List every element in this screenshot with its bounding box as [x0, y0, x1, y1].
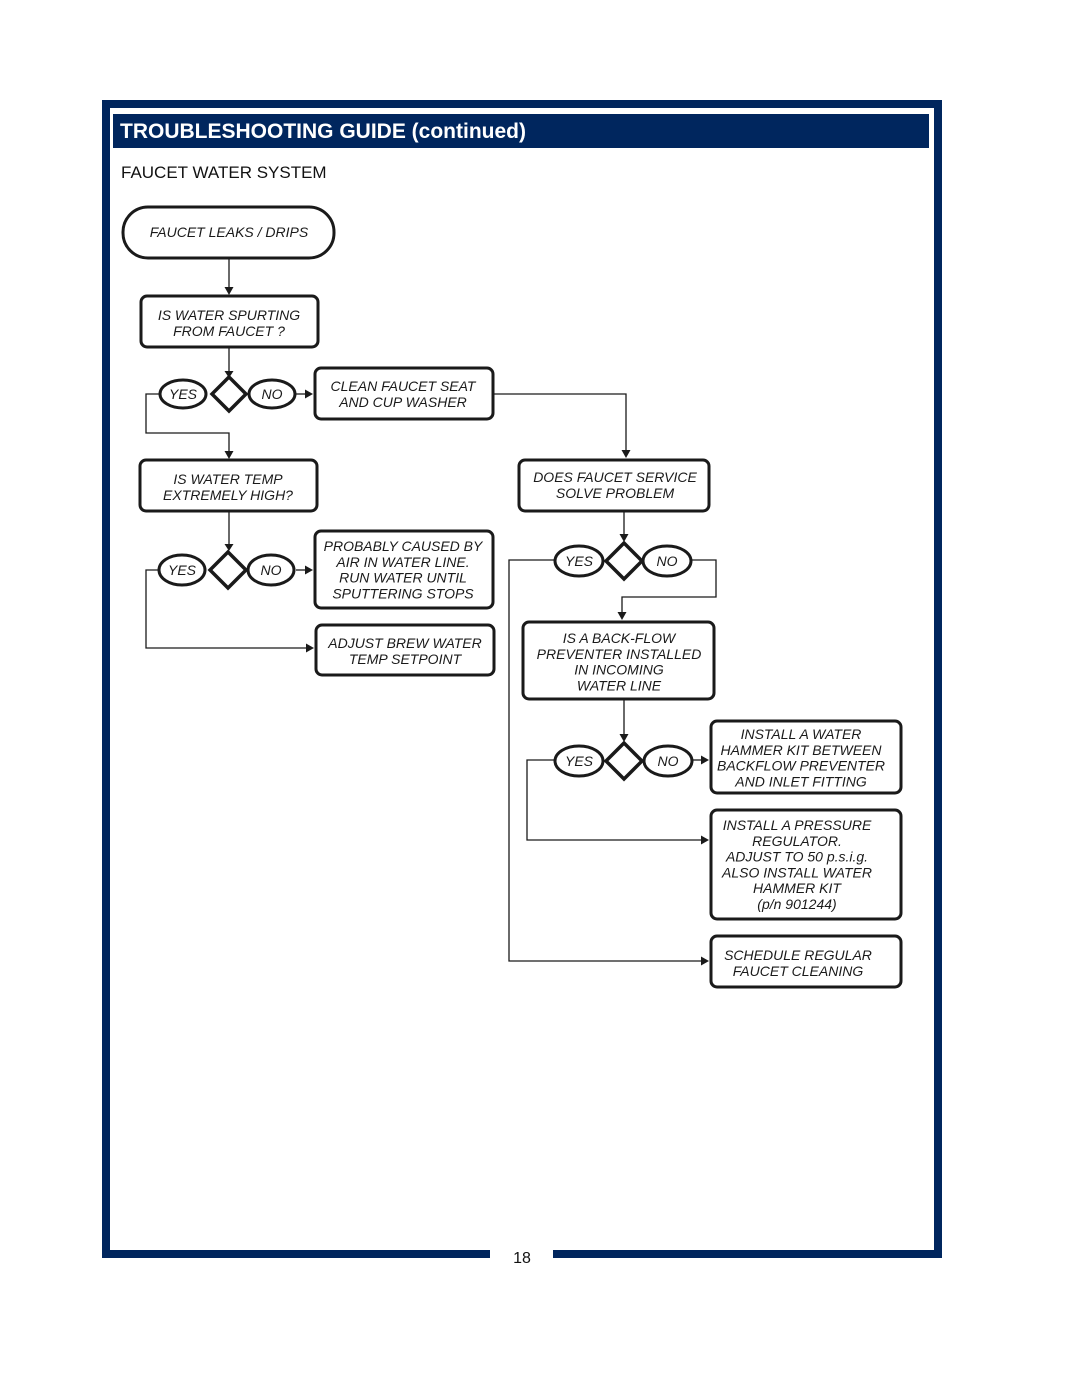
start-terminal-faucet-leaks: FAUCET LEAKS / DRIPS: [121, 205, 336, 260]
box-air-in-water-line: PROBABLY CAUSED BY AIR IN WATER LINE. RUN …: [313, 529, 495, 610]
decision-service: YES NO: [553, 540, 693, 582]
node-text-line: ADJUST TO 50 p.s.i.g.: [725, 849, 868, 865]
decision-diamond: [603, 540, 645, 582]
box-is-water-temp-high: IS WATER TEMP EXTREMELY HIGH?: [138, 458, 319, 513]
node-text: IS WATER SPURTING FROM FAUCET ?: [158, 307, 300, 339]
node-text-line: FAUCET CLEANING: [733, 963, 864, 979]
arrowhead: [621, 450, 631, 458]
node-text-line: IS WATER SPURTING: [158, 307, 300, 323]
node-text: INSTALL A WATER HAMMER KIT BETWEEN BACKFLO…: [717, 726, 885, 789]
node-text-line: SPUTTERING STOPS: [332, 585, 474, 601]
node-text: DOES FAUCET SERVICE SOLVE PROBLEM: [533, 469, 697, 501]
node-text-line: SOLVE PROBLEM: [556, 485, 675, 501]
node-text: ADJUST BREW WATER TEMP SETPOINT: [327, 635, 482, 667]
node-text-line: DOES FAUCET SERVICE: [533, 469, 697, 485]
node-text-line: CLEAN FAUCET SEAT: [331, 378, 477, 394]
yes-label: YES: [565, 753, 594, 769]
yes-label: YES: [169, 386, 198, 402]
no-label: NO: [261, 562, 282, 578]
decision-backflow: YES NO: [553, 740, 694, 782]
flowchart: FAUCET LEAKS / DRIPS IS WATER SPURTING FR…: [121, 205, 903, 989]
box-install-pressure-regulator: INSTALL A PRESSURE REGULATOR. ADJUST TO 50…: [709, 808, 903, 921]
node-text-line: HAMMER KIT BETWEEN: [720, 742, 882, 758]
node-text-line: EXTREMELY HIGH?: [163, 487, 293, 503]
box-does-faucet-service-solve: DOES FAUCET SERVICE SOLVE PROBLEM: [517, 458, 711, 513]
yes-label: YES: [168, 562, 197, 578]
arrowhead: [224, 451, 234, 459]
connector: [494, 393, 627, 451]
node-text-line: INSTALL A PRESSURE: [723, 817, 872, 833]
node-text: SCHEDULE REGULAR FAUCET CLEANING: [724, 947, 872, 979]
node-text: FAUCET LEAKS / DRIPS: [150, 224, 309, 240]
node-text-line: AND INLET FITTING: [734, 773, 867, 789]
yes-label: YES: [565, 553, 594, 569]
node-text-line: IS A BACK-FLOW: [563, 630, 677, 646]
node-text-line: IS WATER TEMP: [173, 471, 283, 487]
arrowhead: [224, 287, 234, 295]
arrowhead: [305, 389, 313, 399]
decision-diamond: [209, 374, 249, 414]
node-text-line: HAMMER KIT: [753, 880, 842, 896]
arrowhead: [617, 612, 627, 620]
arrowhead: [305, 565, 313, 575]
no-label: NO: [657, 553, 678, 569]
node-text-line: REGULATOR.: [752, 833, 842, 849]
box-clean-faucet-seat: CLEAN FAUCET SEAT AND CUP WASHER: [313, 366, 495, 421]
node-text: IS WATER TEMP EXTREMELY HIGH?: [163, 471, 293, 503]
decision-diamond: [207, 549, 249, 591]
box-is-backflow-preventer-installed: IS A BACK-FLOW PREVENTER INSTALLED IN INCO…: [521, 620, 716, 701]
decision-spurting: YES NO: [158, 374, 297, 414]
node-text-line: AND CUP WASHER: [338, 394, 467, 410]
node-text-line: BACKFLOW PREVENTER: [717, 758, 885, 774]
node-text-line: PROBABLY CAUSED BY: [324, 538, 484, 554]
node-text-line: TEMP SETPOINT: [349, 651, 463, 667]
box-adjust-brew-temp: ADJUST BREW WATER TEMP SETPOINT: [314, 623, 496, 677]
page-number: 18: [513, 1250, 531, 1267]
node-text-line: WATER LINE: [577, 677, 662, 693]
box-is-water-spurting: IS WATER SPURTING FROM FAUCET ?: [139, 294, 320, 349]
arrowhead: [224, 544, 234, 551]
node-text: CLEAN FAUCET SEAT AND CUP WASHER: [331, 378, 477, 410]
connectors: [145, 259, 717, 966]
arrowhead: [701, 835, 709, 845]
node-text-line: AIR IN WATER LINE.: [335, 554, 469, 570]
node-text-line: (p/n 901244): [757, 896, 836, 912]
no-label: NO: [262, 386, 283, 402]
node-text-line: FAUCET LEAKS / DRIPS: [150, 224, 309, 240]
node-text: PROBABLY CAUSED BY AIR IN WATER LINE. RUN …: [324, 538, 484, 601]
arrowhead: [701, 956, 709, 966]
decision-temp: YES NO: [157, 549, 296, 591]
box-install-water-hammer-kit: INSTALL A WATER HAMMER KIT BETWEEN BACKFLO…: [709, 719, 903, 795]
no-label: NO: [658, 753, 679, 769]
node-text-line: PREVENTER INSTALLED: [537, 646, 702, 662]
decision-diamond: [603, 740, 645, 782]
node-text-line: ALSO INSTALL WATER: [721, 864, 872, 880]
node-text-line: SCHEDULE REGULAR: [724, 947, 872, 963]
node-text-line: RUN WATER UNTIL: [339, 570, 467, 586]
node-text-line: FROM FAUCET ?: [173, 323, 285, 339]
node-text-line: ADJUST BREW WATER: [327, 635, 482, 651]
arrowhead: [701, 755, 709, 765]
box-schedule-faucet-cleaning: SCHEDULE REGULAR FAUCET CLEANING: [709, 934, 903, 989]
node-text-line: IN INCOMING: [574, 662, 664, 678]
node-text-line: INSTALL A WATER: [741, 726, 862, 742]
arrowhead: [306, 643, 314, 653]
